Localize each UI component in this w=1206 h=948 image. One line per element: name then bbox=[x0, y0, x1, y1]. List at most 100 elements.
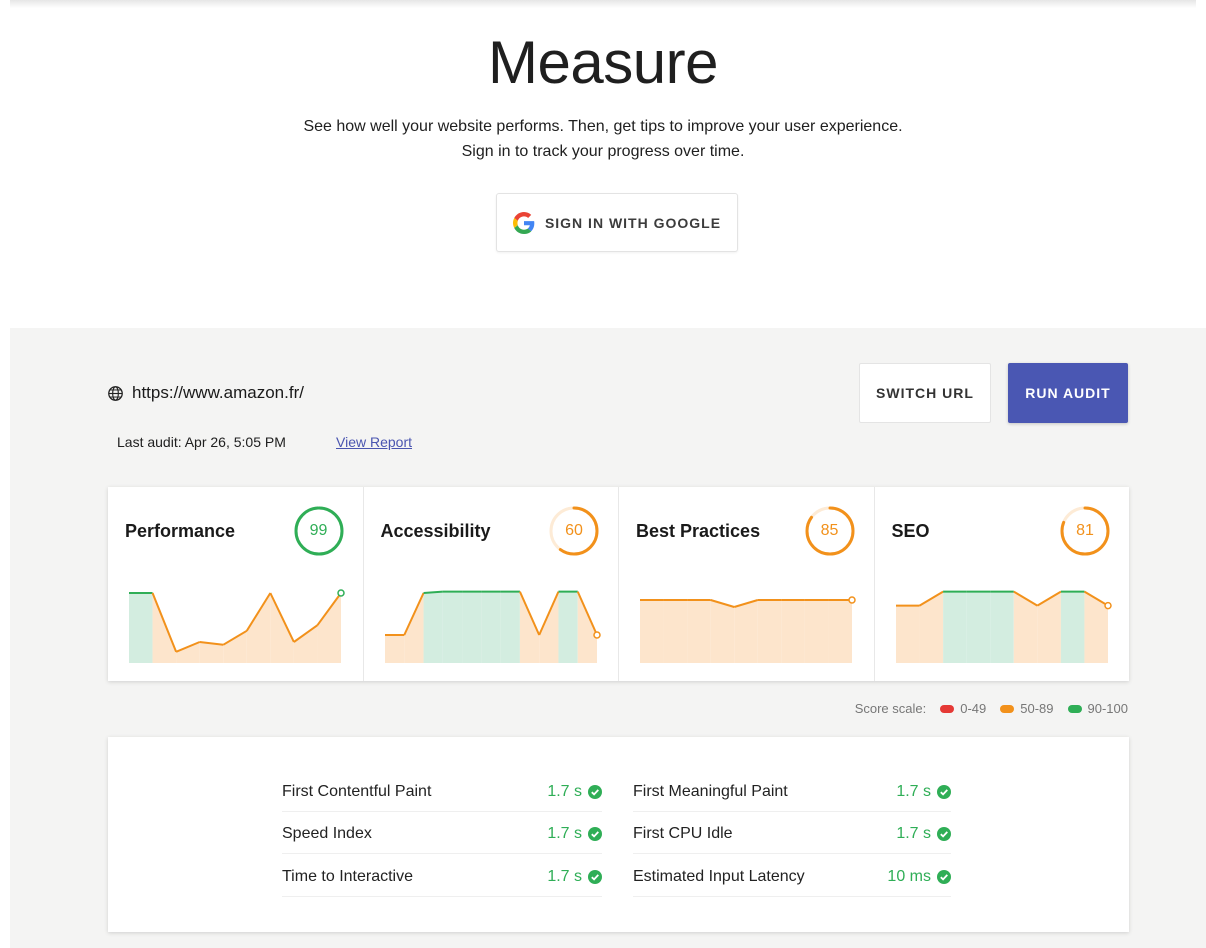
metric-row: Speed Index 1.7 s bbox=[282, 814, 602, 854]
history-line-segment bbox=[422, 590, 443, 594]
score-scale-legend: Score scale: 0-49 50-89 90-100 bbox=[855, 701, 1128, 716]
sign-in-label: SIGN IN WITH GOOGLE bbox=[544, 214, 722, 231]
metric-row: First Contentful Paint 1.7 s bbox=[282, 772, 602, 812]
category-card-performance[interactable]: Performance 99 bbox=[108, 487, 364, 681]
view-report-link[interactable]: View Report bbox=[336, 434, 412, 450]
latest-score-point bbox=[337, 589, 345, 597]
history-area-segment bbox=[176, 642, 200, 663]
metric-name: First Meaningful Paint bbox=[633, 782, 788, 800]
latest-score-point bbox=[1103, 601, 1112, 610]
history-area-segment bbox=[442, 591, 462, 663]
score-value: 60 bbox=[565, 522, 583, 539]
metric-value: 1.7 s bbox=[896, 783, 951, 801]
history-area-segment bbox=[828, 600, 852, 663]
audited-url: https://www.amazon.fr/ bbox=[107, 383, 304, 403]
check-circle-icon bbox=[937, 826, 951, 841]
globe-icon bbox=[108, 385, 123, 401]
hero-signin-hint: Sign in to track your progress over time… bbox=[461, 143, 745, 160]
score-value: 81 bbox=[1076, 522, 1094, 539]
metrics-panel: First Contentful Paint 1.7 s First Meani… bbox=[108, 737, 1129, 932]
history-area-segment bbox=[557, 591, 578, 663]
history-area-segment bbox=[423, 591, 443, 663]
history-area-segment bbox=[966, 591, 990, 663]
history-area-segment bbox=[317, 593, 341, 663]
check-circle-icon bbox=[588, 784, 602, 799]
history-area-segment bbox=[270, 593, 294, 663]
metric-name: First Contentful Paint bbox=[282, 782, 432, 800]
history-area-segment bbox=[293, 625, 318, 663]
hero-description: See how well your website performs. Then… bbox=[303, 118, 903, 135]
legend-label: Score scale: bbox=[854, 701, 927, 716]
history-area-segment bbox=[734, 600, 758, 663]
history-area-segment bbox=[1083, 591, 1108, 663]
legend-good-range: 90-100 bbox=[1087, 701, 1128, 716]
google-icon bbox=[512, 211, 535, 234]
score-history-chart bbox=[640, 596, 856, 663]
history-area-segment bbox=[989, 591, 1014, 663]
history-area-segment bbox=[710, 600, 735, 663]
score-value: 99 bbox=[309, 522, 328, 539]
history-area-segment bbox=[942, 591, 967, 663]
score-history-chart bbox=[895, 590, 1112, 663]
run-audit-button[interactable]: RUN AUDIT bbox=[1008, 363, 1128, 423]
history-area-segment bbox=[804, 600, 829, 663]
check-circle-icon bbox=[588, 826, 602, 841]
category-title: Best Practices bbox=[636, 521, 761, 541]
category-card-seo[interactable]: SEO 81 bbox=[875, 487, 1130, 681]
latest-score-point bbox=[848, 596, 856, 604]
legend-average-range: 50-89 bbox=[1020, 701, 1054, 716]
metric-value-text: 1.7 s bbox=[547, 824, 582, 842]
metric-name: Estimated Input Latency bbox=[633, 867, 805, 885]
category-title: Accessibility bbox=[380, 521, 491, 541]
history-area-segment bbox=[781, 600, 805, 663]
legend-average-swatch bbox=[1000, 704, 1015, 713]
category-title: Performance bbox=[125, 521, 236, 541]
legend-poor-swatch bbox=[940, 704, 955, 713]
history-area-segment bbox=[129, 593, 153, 663]
metric-value-text: 1.7 s bbox=[896, 782, 931, 800]
history-area-segment bbox=[687, 600, 711, 663]
score-history-chart bbox=[129, 589, 345, 663]
history-area-segment bbox=[246, 593, 271, 663]
sign-in-with-google-button[interactable]: SIGN IN WITH GOOGLE bbox=[496, 193, 738, 252]
switch-url-button[interactable]: SWITCH URL bbox=[859, 363, 991, 423]
category-card-accessibility[interactable]: Accessibility 60 bbox=[364, 487, 619, 681]
metric-name: Speed Index bbox=[282, 824, 372, 842]
history-area-segment bbox=[663, 600, 688, 663]
metric-row: First Meaningful Paint 1.7 s bbox=[633, 772, 951, 812]
metric-row: Estimated Input Latency 10 ms bbox=[633, 857, 951, 897]
metric-name: Time to Interactive bbox=[282, 867, 414, 885]
metric-value-text: 1.7 s bbox=[547, 782, 582, 800]
history-area-segment bbox=[1013, 591, 1037, 663]
metric-value: 1.7 s bbox=[547, 783, 602, 801]
metric-row: First CPU Idle 1.7 s bbox=[633, 814, 951, 854]
metric-name: First CPU Idle bbox=[633, 824, 733, 842]
category-cards: Performance 99 Accessibility 60 Best Pra… bbox=[108, 487, 1129, 681]
legend-good-swatch bbox=[1067, 704, 1082, 713]
history-area-segment bbox=[1060, 591, 1084, 663]
url-text: https://www.amazon.fr/ bbox=[132, 383, 304, 402]
history-area-segment bbox=[384, 635, 404, 663]
history-area-segment bbox=[757, 600, 782, 663]
score-value: 85 bbox=[820, 522, 839, 539]
latest-score-point bbox=[592, 631, 601, 639]
metric-value: 1.7 s bbox=[547, 868, 602, 886]
history-area-segment bbox=[500, 591, 520, 663]
hero-section: Measure See how well your website perfor… bbox=[0, 0, 1206, 328]
metric-value-text: 10 ms bbox=[887, 867, 931, 885]
category-title: SEO bbox=[891, 521, 930, 541]
score-history-chart bbox=[384, 590, 601, 663]
legend-poor-range: 0-49 bbox=[960, 701, 987, 716]
metric-value-text: 1.7 s bbox=[896, 824, 931, 842]
category-card-best-practices[interactable]: Best Practices 85 bbox=[619, 487, 875, 681]
check-circle-icon bbox=[588, 869, 602, 884]
history-area-segment bbox=[919, 591, 943, 663]
check-circle-icon bbox=[937, 784, 951, 799]
metric-value: 1.7 s bbox=[547, 825, 602, 843]
history-area-segment bbox=[895, 605, 920, 663]
history-area-segment bbox=[640, 600, 664, 663]
metric-value-text: 1.7 s bbox=[547, 867, 582, 885]
last-audit-time: Last audit: Apr 26, 5:05 PM bbox=[117, 434, 286, 450]
history-area-segment bbox=[223, 630, 247, 663]
history-area-segment bbox=[480, 591, 501, 663]
